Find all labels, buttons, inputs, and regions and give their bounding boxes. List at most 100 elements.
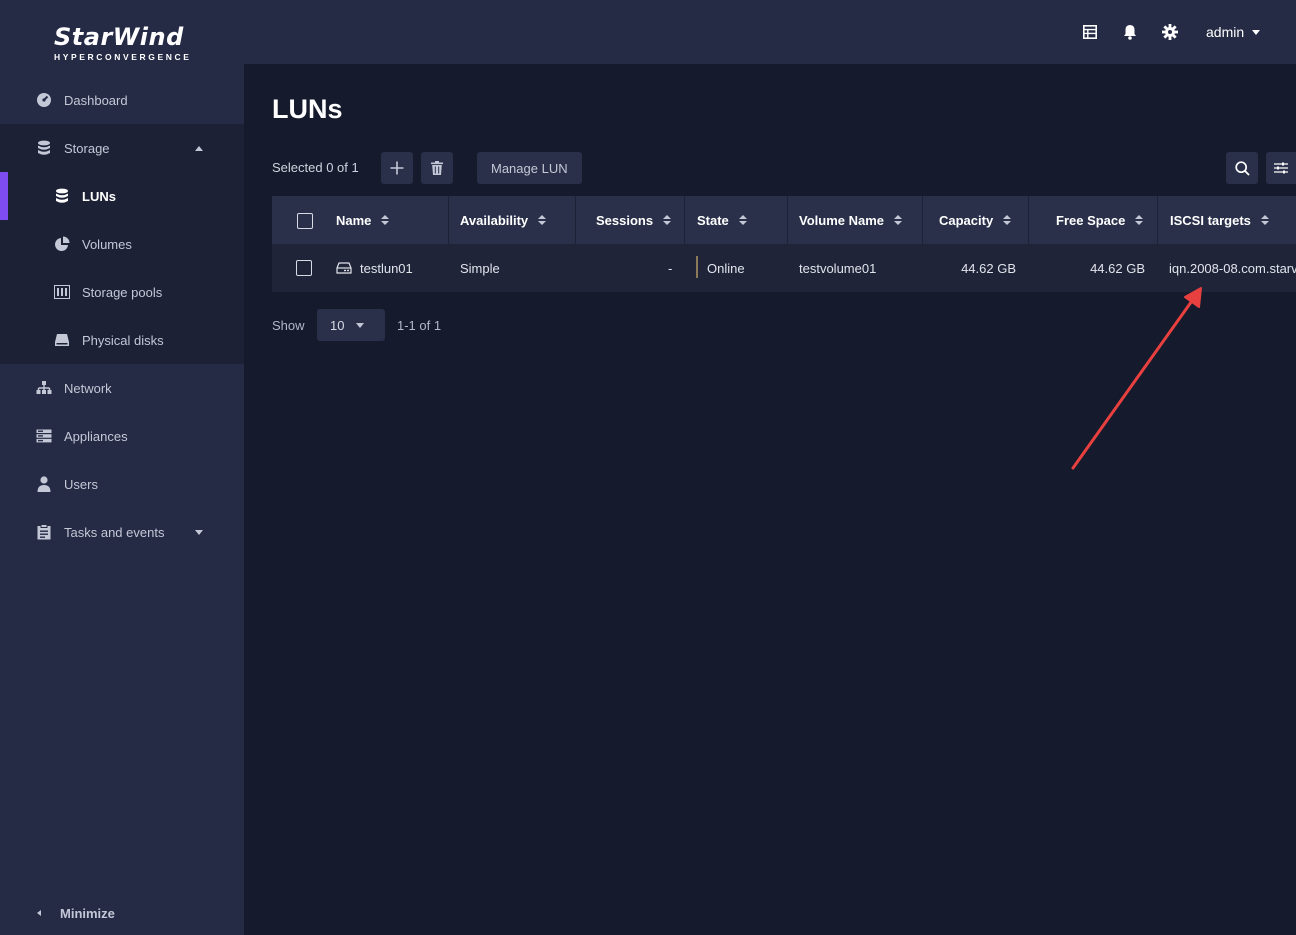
logo-subtitle: HYPERCONVERGENCE — [54, 52, 192, 62]
sidebar: StarWind HYPERCONVERGENCE Dashboard Stor… — [0, 0, 244, 935]
row-checkbox[interactable] — [296, 260, 312, 276]
sidebar-item-network[interactable]: Network — [0, 364, 244, 412]
chevron-down-icon — [356, 323, 364, 328]
dashboard-gauge-icon — [36, 92, 52, 108]
selection-count: Selected 0 of 1 — [272, 160, 359, 175]
column-label: State — [697, 212, 729, 228]
sidebar-item-storage-pools[interactable]: Storage pools — [0, 268, 244, 316]
page-size-select[interactable]: 10 — [317, 309, 385, 341]
sidebar-item-label: Storage — [64, 140, 110, 156]
minimize-sidebar-button[interactable]: Minimize — [0, 890, 244, 935]
page-title: LUNs — [272, 94, 343, 124]
select-all-checkbox[interactable] — [297, 213, 313, 229]
cell-state: Online — [707, 260, 745, 276]
cell-sessions: - — [668, 260, 673, 276]
sort-icon — [663, 214, 672, 226]
column-divider — [1028, 196, 1029, 244]
lun-drive-icon — [336, 262, 352, 274]
delete-lun-button[interactable] — [421, 152, 453, 184]
storage-pool-icon — [54, 284, 70, 300]
column-header-availability[interactable]: Availability — [460, 196, 547, 244]
column-header-state[interactable]: State — [697, 196, 747, 244]
top-bar: admin — [244, 0, 1296, 64]
sidebar-item-users[interactable]: Users — [0, 460, 244, 508]
network-tree-icon — [36, 380, 52, 396]
sort-icon — [381, 214, 390, 226]
annotation-arrow-icon — [1071, 287, 1202, 470]
sidebar-item-luns[interactable]: LUNs — [0, 172, 244, 220]
column-header-iscsi-targets[interactable]: ISCSI targets — [1170, 196, 1269, 244]
pie-chart-icon — [54, 236, 70, 252]
sidebar-item-label: Storage pools — [82, 284, 163, 300]
server-icon — [36, 428, 52, 444]
column-divider — [922, 196, 923, 244]
column-label: Availability — [460, 212, 529, 228]
sort-icon — [1003, 214, 1012, 226]
sort-icon — [1135, 214, 1144, 226]
chevron-left-icon — [37, 910, 41, 916]
chevron-down-icon — [1252, 29, 1261, 35]
sidebar-item-label: LUNs — [82, 188, 116, 204]
sidebar-item-appliances[interactable]: Appliances — [0, 412, 244, 460]
sidebar-item-label: Volumes — [82, 236, 132, 252]
trash-icon — [431, 161, 443, 175]
logo-wordmark: StarWind — [54, 23, 184, 51]
column-label: Capacity — [939, 212, 994, 228]
column-label: Sessions — [596, 212, 654, 228]
column-header-capacity[interactable]: Capacity — [939, 196, 1012, 244]
column-label: ISCSI targets — [1170, 212, 1251, 228]
sidebar-item-storage[interactable]: Storage — [0, 124, 244, 172]
sort-icon — [894, 214, 903, 226]
sort-icon — [538, 214, 547, 226]
sidebar-item-label: Appliances — [64, 428, 128, 444]
cell-name: testlun01 — [336, 244, 413, 292]
column-divider — [575, 196, 576, 244]
sidebar-item-volumes[interactable]: Volumes — [0, 220, 244, 268]
database-icon — [36, 140, 52, 156]
column-settings-button[interactable] — [1266, 152, 1296, 184]
cell-volume-name: testvolume01 — [799, 260, 877, 276]
search-icon — [1234, 160, 1250, 176]
sidebar-item-label: Tasks and events — [64, 524, 165, 540]
column-divider — [787, 196, 788, 244]
sidebar-item-label: Network — [64, 380, 112, 396]
cell-availability: Simple — [460, 260, 500, 276]
sort-icon — [1260, 214, 1269, 226]
sidebar-item-dashboard[interactable]: Dashboard — [0, 76, 244, 124]
column-label: Volume Name — [799, 212, 885, 228]
table-icon[interactable] — [1082, 24, 1098, 40]
state-indicator — [696, 256, 698, 278]
database-icon — [54, 188, 70, 204]
column-header-name[interactable]: Name — [336, 196, 390, 244]
bell-icon[interactable] — [1122, 24, 1138, 40]
sidebar-item-label: Users — [64, 476, 98, 492]
column-divider — [684, 196, 685, 244]
sort-icon — [738, 214, 747, 226]
table-header: Name Availability Sessions State Volume … — [272, 196, 1296, 244]
lun-name: testlun01 — [360, 260, 413, 276]
starwind-logo[interactable]: StarWind HYPERCONVERGENCE — [54, 24, 194, 64]
page-size-value: 10 — [330, 318, 345, 333]
column-divider — [448, 196, 449, 244]
pagination-range: 1-1 of 1 — [397, 318, 442, 333]
user-menu[interactable]: admin — [1206, 22, 1261, 42]
sidebar-item-label: Dashboard — [64, 92, 128, 108]
cell-capacity: 44.62 GB — [961, 260, 1016, 276]
show-label: Show — [272, 318, 305, 333]
sliders-icon — [1274, 162, 1288, 174]
minimize-label: Minimize — [60, 905, 115, 921]
add-lun-button[interactable] — [381, 152, 413, 184]
gear-icon[interactable] — [1162, 24, 1178, 40]
column-header-sessions[interactable]: Sessions — [596, 196, 672, 244]
search-button[interactable] — [1226, 152, 1258, 184]
sidebar-item-physical-disks[interactable]: Physical disks — [0, 316, 244, 364]
column-label: Free Space — [1056, 212, 1126, 228]
disk-icon — [54, 332, 70, 348]
column-header-free-space[interactable]: Free Space — [1056, 196, 1144, 244]
column-label: Name — [336, 212, 372, 228]
sidebar-item-label: Physical disks — [82, 332, 164, 348]
sidebar-item-tasks-and-events[interactable]: Tasks and events — [0, 508, 244, 556]
column-header-volume-name[interactable]: Volume Name — [799, 196, 903, 244]
user-icon — [36, 476, 52, 492]
manage-lun-button[interactable]: Manage LUN — [477, 152, 582, 184]
